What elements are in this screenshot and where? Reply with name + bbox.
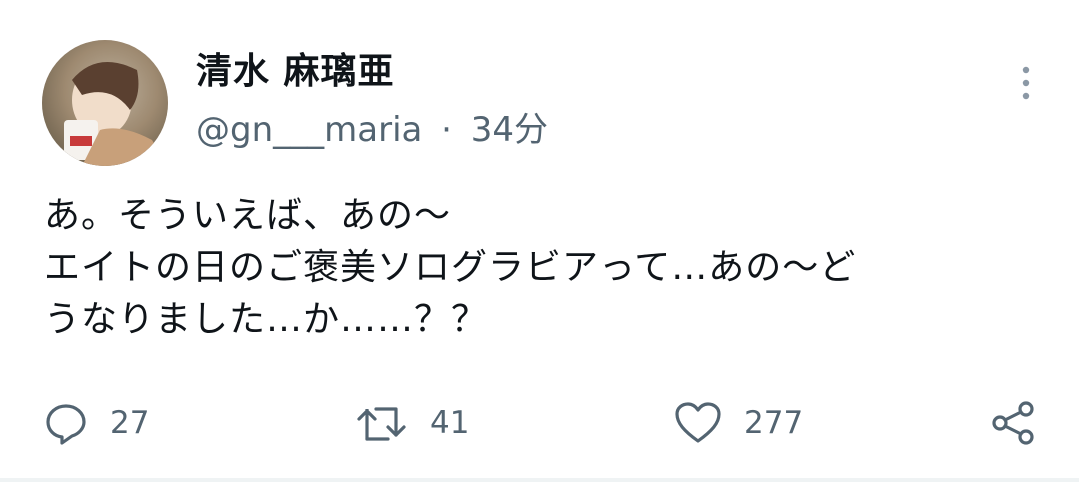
like-button[interactable]: 277 xyxy=(674,398,803,448)
retweet-button[interactable]: 41 xyxy=(356,398,469,448)
avatar[interactable] xyxy=(42,40,168,166)
more-options-button[interactable] xyxy=(1016,64,1036,104)
tweet-timestamp[interactable]: 34分 xyxy=(471,108,548,152)
meta-separator: · xyxy=(441,110,452,150)
retweet-count: 41 xyxy=(430,405,470,441)
more-vertical-icon xyxy=(1022,66,1030,100)
tweet-actions: 27 41 277 xyxy=(0,398,1079,448)
author-name[interactable]: 清水 麻璃亜 xyxy=(196,50,395,94)
divider xyxy=(0,478,1079,482)
reply-icon xyxy=(46,404,86,445)
tweet-meta: @gn___maria · 34分 xyxy=(196,108,548,152)
tweet-text: あ。そういえば、あの〜 エイトの日のご褒美ソログラビアって…あの〜ど うなりまし… xyxy=(44,195,857,340)
retweet-icon xyxy=(357,407,406,441)
avatar-photo xyxy=(42,40,168,166)
reply-count: 27 xyxy=(110,405,150,441)
like-count: 277 xyxy=(744,405,804,441)
reply-button[interactable]: 27 xyxy=(44,398,149,448)
share-button[interactable] xyxy=(990,398,1038,448)
share-icon xyxy=(992,401,1034,445)
heart-icon xyxy=(675,402,721,443)
author-handle[interactable]: @gn___maria xyxy=(196,108,422,152)
